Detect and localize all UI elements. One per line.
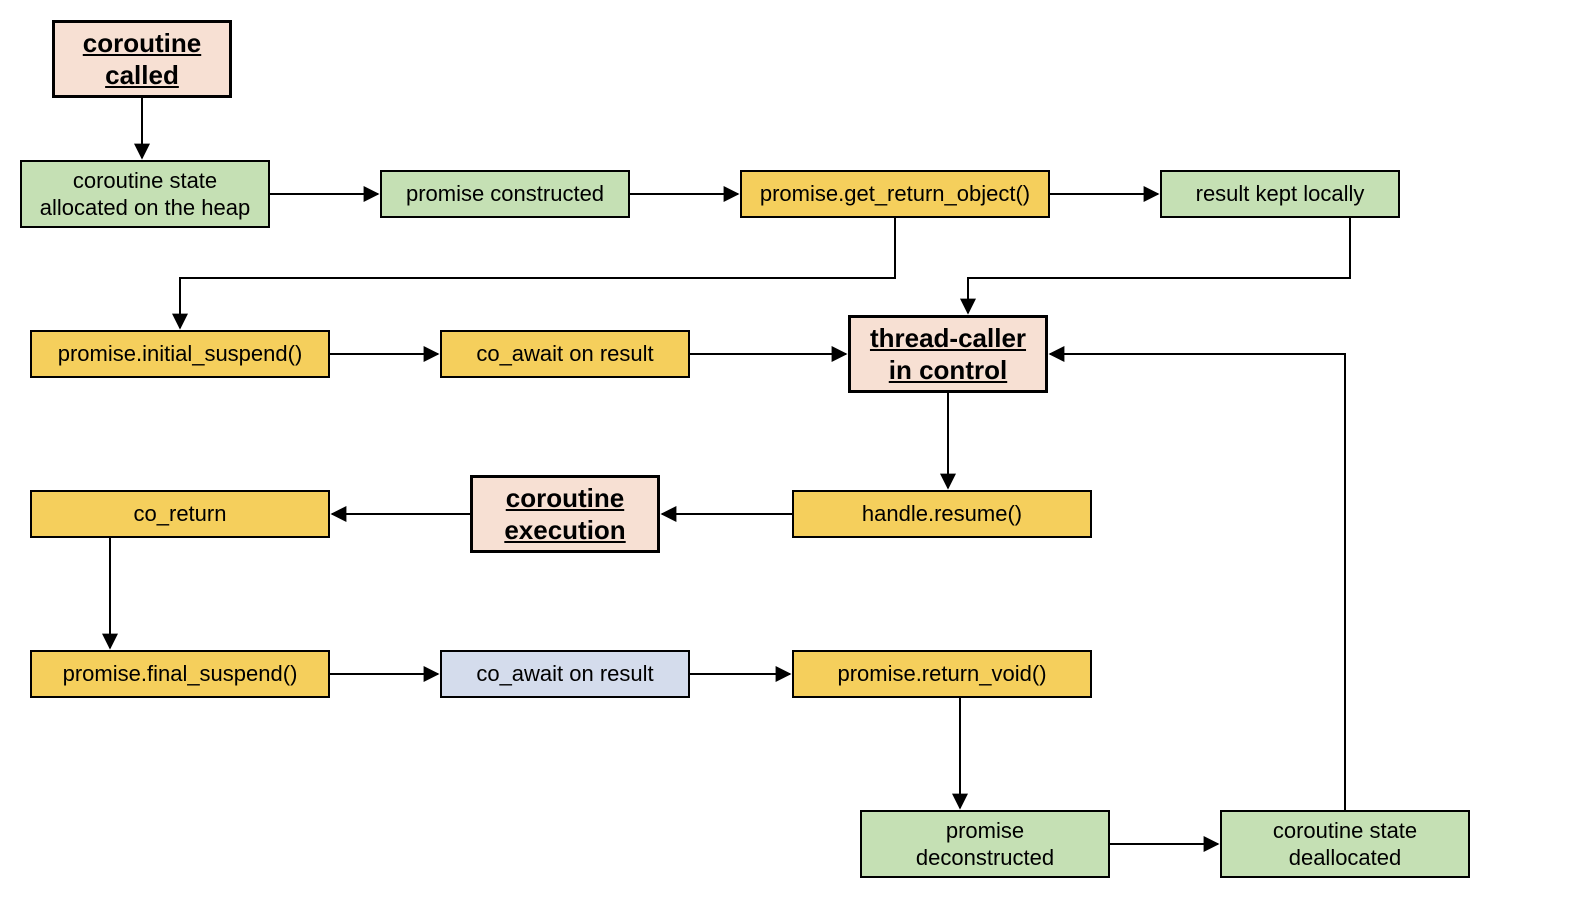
edge-n4-n6 [180,218,895,328]
node-get-return-object: promise.get_return_object() [740,170,1050,218]
node-coroutine-called: coroutine called [52,20,232,98]
node-co-return: co_return [30,490,330,538]
edge-n5-n8 [968,218,1350,313]
edge-n16-n8 [1050,354,1345,810]
node-co-await-result-1: co_await on result [440,330,690,378]
node-return-void: promise.return_void() [792,650,1092,698]
coroutine-lifecycle-diagram: coroutine called coroutine state allocat… [0,0,1588,915]
node-final-suspend: promise.final_suspend() [30,650,330,698]
node-coroutine-execution: coroutine execution [470,475,660,553]
node-result-kept-locally: result kept locally [1160,170,1400,218]
node-promise-deconstructed: promise deconstructed [860,810,1110,878]
node-co-await-result-2: co_await on result [440,650,690,698]
node-thread-caller-control: thread-caller in control [848,315,1048,393]
node-state-allocated: coroutine state allocated on the heap [20,160,270,228]
edge-layer [0,0,1588,915]
node-promise-constructed: promise constructed [380,170,630,218]
node-handle-resume: handle.resume() [792,490,1092,538]
node-state-deallocated: coroutine state deallocated [1220,810,1470,878]
node-initial-suspend: promise.initial_suspend() [30,330,330,378]
